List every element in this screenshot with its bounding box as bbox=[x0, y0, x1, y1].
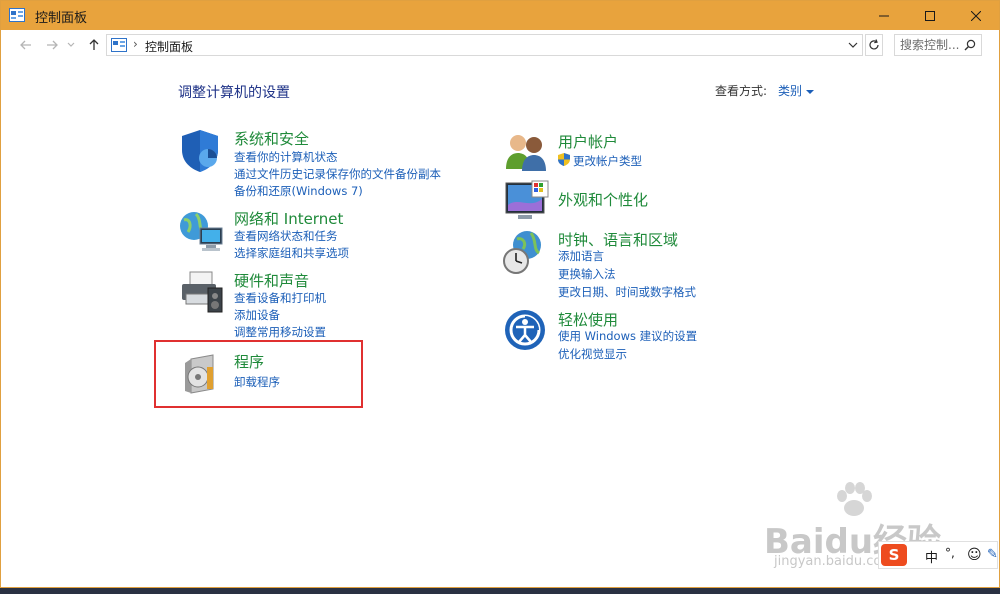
category-title[interactable]: 用户帐户 bbox=[558, 131, 618, 152]
view-by-select[interactable]: 类别 bbox=[778, 82, 815, 99]
highlight-box bbox=[154, 340, 363, 408]
close-icon bbox=[971, 10, 981, 21]
category-link[interactable]: 更换输入法 bbox=[558, 266, 616, 282]
category-title[interactable]: 硬件和声音 bbox=[234, 270, 309, 291]
category-hardware-sound: 硬件和声音 查看设备和打印机 添加设备 调整常用移动设置 bbox=[178, 270, 478, 342]
minimize-button[interactable] bbox=[861, 1, 907, 30]
watermark-url: jingyan.baidu.com bbox=[774, 554, 894, 569]
paw-logo-icon bbox=[837, 482, 872, 516]
shield-icon[interactable] bbox=[178, 128, 222, 174]
category-system-security: 系统和安全 查看你的计算机状态 通过文件历史记录保存你的文件备份副本 备份和还原… bbox=[178, 128, 478, 200]
clock-globe-icon[interactable] bbox=[501, 229, 547, 275]
monitor-palette-icon[interactable] bbox=[504, 179, 550, 225]
up-arrow-icon bbox=[89, 39, 99, 50]
search-icon[interactable] bbox=[964, 39, 976, 51]
address-field[interactable]: › 控制面板 bbox=[106, 34, 863, 56]
category-link[interactable]: 查看你的计算机状态 bbox=[234, 149, 338, 165]
up-button[interactable] bbox=[85, 37, 103, 53]
category-link[interactable]: 查看设备和打印机 bbox=[234, 290, 326, 306]
category-ease-of-access: 轻松使用 使用 Windows 建议的设置 优化视觉显示 bbox=[504, 309, 804, 361]
category-title[interactable]: 轻松使用 bbox=[558, 309, 618, 330]
control-panel-small-icon bbox=[111, 38, 127, 52]
category-user-accounts: 用户帐户 更改帐户类型 bbox=[504, 131, 804, 173]
address-toolbar: › 控制面板 bbox=[1, 30, 999, 60]
refresh-icon bbox=[869, 39, 879, 50]
control-panel-icon bbox=[9, 8, 25, 22]
category-title[interactable]: 系统和安全 bbox=[234, 128, 309, 149]
ime-toolbar[interactable]: S 中 °, ☺ ✎ bbox=[878, 541, 998, 569]
category-title[interactable]: 外观和个性化 bbox=[558, 189, 648, 210]
recent-locations-button[interactable] bbox=[65, 37, 77, 53]
forward-button[interactable] bbox=[43, 37, 61, 53]
category-link[interactable]: 通过文件历史记录保存你的文件备份副本 bbox=[234, 166, 441, 182]
back-arrow-icon bbox=[20, 40, 31, 50]
breadcrumb-control-panel[interactable]: 控制面板 bbox=[145, 38, 193, 55]
category-link[interactable]: 更改帐户类型 bbox=[573, 153, 642, 169]
network-globe-icon[interactable] bbox=[178, 208, 224, 254]
forward-arrow-icon bbox=[47, 40, 58, 50]
view-by-value[interactable]: 类别 bbox=[778, 84, 802, 98]
category-title[interactable]: 时钟、语言和区域 bbox=[558, 229, 678, 250]
category-appearance: 外观和个性化 bbox=[504, 179, 804, 225]
sogou-logo-icon[interactable]: S bbox=[881, 544, 907, 566]
category-link[interactable]: 备份和还原(Windows 7) bbox=[234, 183, 363, 199]
search-box[interactable] bbox=[894, 34, 982, 56]
search-input[interactable] bbox=[900, 38, 962, 52]
back-button[interactable] bbox=[17, 37, 35, 53]
view-by-label: 查看方式: bbox=[715, 84, 768, 98]
category-link[interactable]: 使用 Windows 建议的设置 bbox=[558, 328, 697, 344]
ime-handwriting-icon[interactable]: ✎ bbox=[987, 547, 998, 562]
category-clock-language: 时钟、语言和区域 添加语言 更换输入法 更改日期、时间或数字格式 bbox=[501, 229, 801, 301]
category-link[interactable]: 查看网络状态和任务 bbox=[234, 228, 338, 244]
ime-language-toggle[interactable]: 中 bbox=[925, 547, 938, 566]
category-link[interactable]: 调整常用移动设置 bbox=[234, 324, 326, 340]
category-link[interactable]: 添加设备 bbox=[234, 307, 280, 323]
caret-down-icon[interactable] bbox=[806, 89, 815, 94]
window-title: 控制面板 bbox=[35, 11, 88, 26]
uac-shield-icon bbox=[558, 153, 570, 166]
refresh-button[interactable] bbox=[865, 34, 883, 56]
users-icon[interactable] bbox=[504, 131, 548, 171]
maximize-button[interactable] bbox=[907, 1, 953, 30]
ease-of-access-icon[interactable] bbox=[504, 309, 546, 351]
close-button[interactable] bbox=[953, 1, 999, 30]
printer-icon[interactable] bbox=[178, 270, 224, 316]
category-link[interactable]: 添加语言 bbox=[558, 248, 604, 264]
minimize-icon bbox=[879, 15, 889, 16]
category-link[interactable]: 更改日期、时间或数字格式 bbox=[558, 284, 696, 300]
chevron-down-icon bbox=[67, 42, 75, 47]
title-bar[interactable]: 控制面板 bbox=[1, 1, 999, 30]
ime-emoji-icon[interactable]: ☺ bbox=[967, 547, 982, 563]
page-heading: 调整计算机的设置 bbox=[178, 85, 290, 101]
maximize-icon bbox=[925, 10, 935, 21]
breadcrumb-separator[interactable]: › bbox=[133, 37, 138, 51]
category-title[interactable]: 网络和 Internet bbox=[234, 208, 343, 229]
ime-punctuation-toggle[interactable]: °, bbox=[945, 546, 955, 560]
category-link[interactable]: 优化视觉显示 bbox=[558, 346, 627, 362]
category-network-internet: 网络和 Internet 查看网络状态和任务 选择家庭组和共享选项 bbox=[178, 208, 478, 264]
desktop-strip bbox=[0, 588, 1000, 594]
address-dropdown-icon[interactable] bbox=[848, 38, 858, 52]
category-link[interactable]: 选择家庭组和共享选项 bbox=[234, 245, 349, 261]
